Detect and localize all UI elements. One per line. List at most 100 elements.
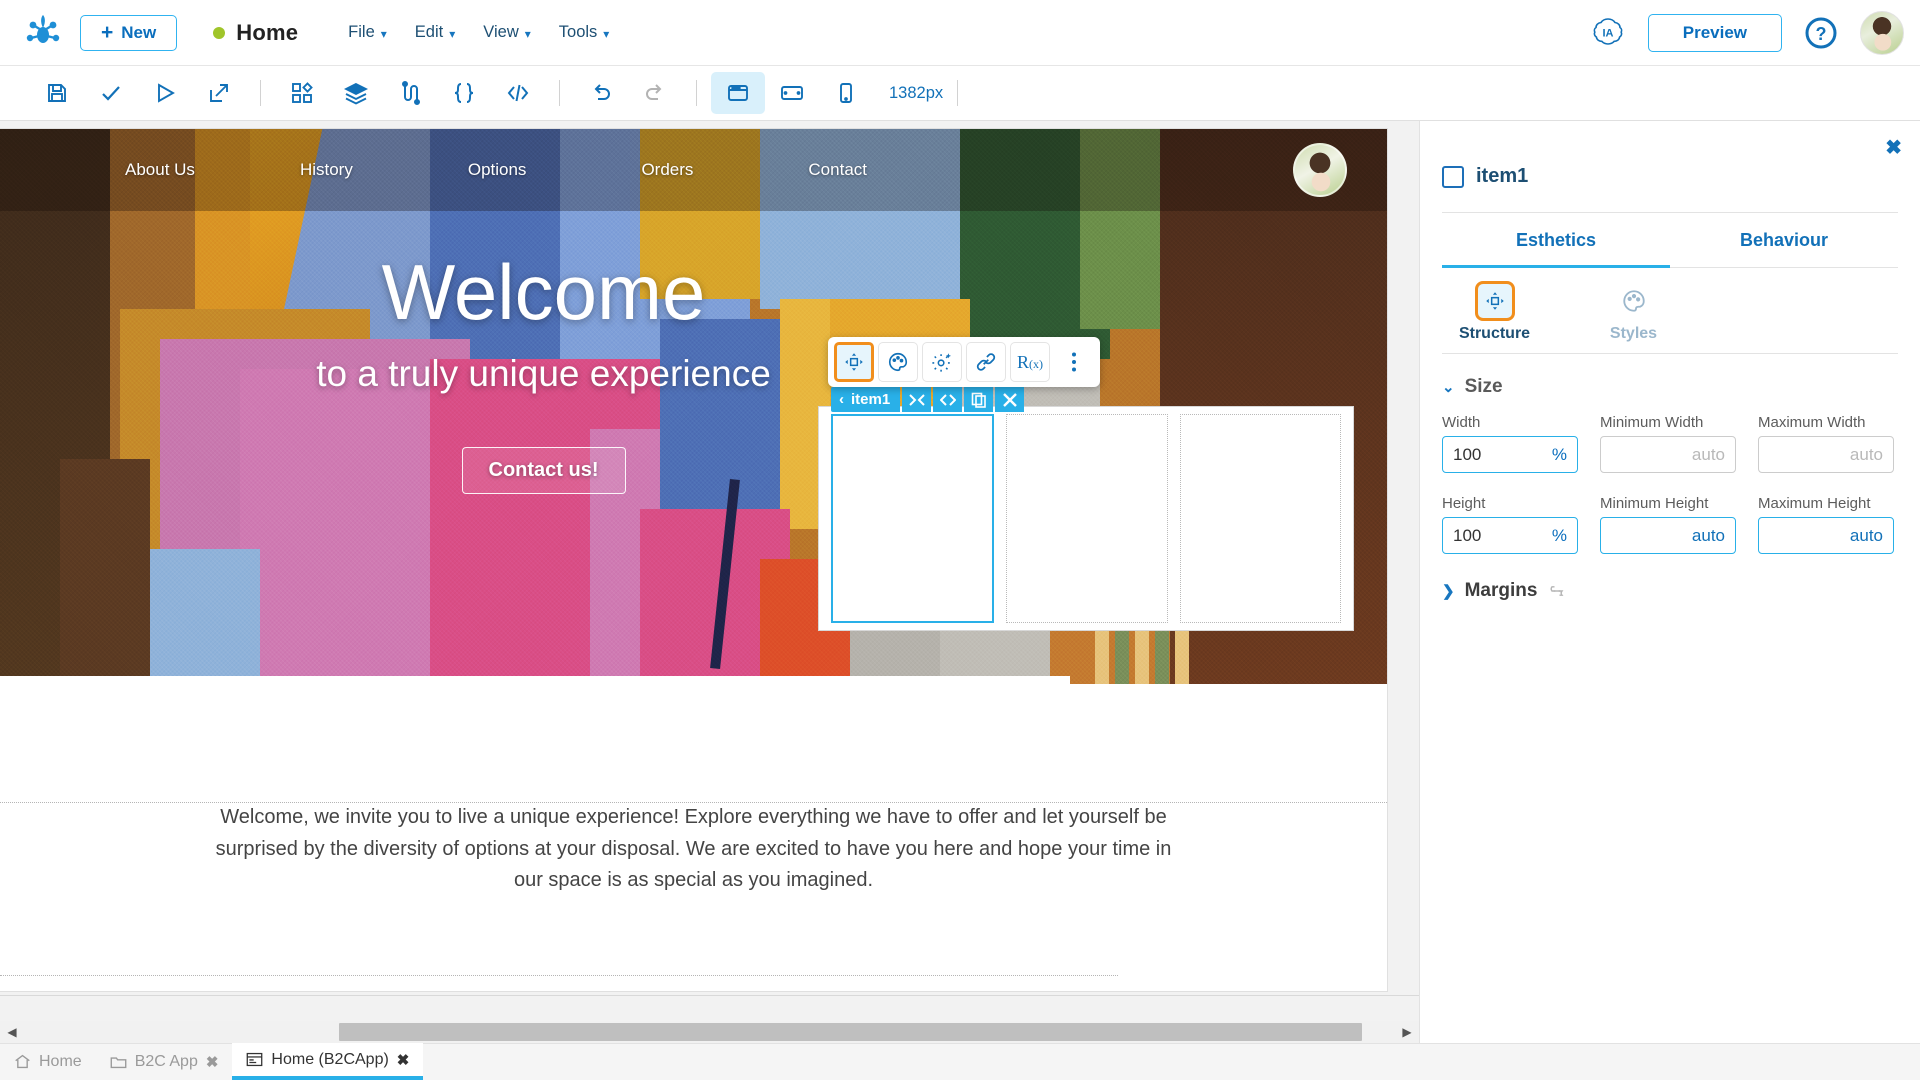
- structure-icon[interactable]: [834, 342, 874, 382]
- panel-tabs: Esthetics Behaviour: [1442, 213, 1898, 268]
- chevron-down-icon: ▾: [380, 26, 387, 41]
- chevron-right-icon: ❯: [1442, 583, 1455, 600]
- preview-button[interactable]: Preview: [1647, 14, 1782, 52]
- bottom-tab-b2c-app[interactable]: B2C App ✖: [96, 1043, 233, 1080]
- top-bar-right: IA Preview ?: [1590, 0, 1904, 66]
- site-nav-orders[interactable]: Orders: [641, 160, 693, 180]
- deploy-icon[interactable]: [192, 72, 246, 114]
- panel-header: item1: [1442, 121, 1898, 188]
- margins-section-header[interactable]: ❯ Margins: [1442, 580, 1898, 602]
- scroll-right-arrow[interactable]: ▶: [1395, 1025, 1419, 1039]
- menu-tools[interactable]: Tools ▾: [559, 23, 610, 42]
- close-icon[interactable]: ✖: [206, 1053, 219, 1071]
- size-row-height: Height 100 % Minimum Height auto Maximum…: [1442, 495, 1898, 554]
- components-icon[interactable]: [275, 72, 329, 114]
- help-button[interactable]: ?: [1804, 16, 1838, 50]
- menu-edit[interactable]: Edit ▾: [415, 23, 455, 42]
- min-width-input[interactable]: auto: [1600, 436, 1736, 473]
- subtab-structure[interactable]: Structure: [1442, 281, 1547, 343]
- bottom-tab-home[interactable]: Home: [0, 1043, 96, 1080]
- grid-cell-3[interactable]: [1179, 414, 1341, 623]
- ai-brain-icon: IA: [1593, 18, 1623, 45]
- run-icon[interactable]: [138, 72, 192, 114]
- svg-text:?: ?: [1816, 24, 1827, 44]
- divider: [696, 80, 697, 106]
- site-avatar[interactable]: [1293, 143, 1347, 197]
- min-height-input[interactable]: auto: [1600, 517, 1736, 554]
- link-icon[interactable]: [1547, 585, 1567, 597]
- save-icon[interactable]: [30, 72, 84, 114]
- tab-behaviour[interactable]: Behaviour: [1670, 213, 1898, 268]
- layout-guide-line: [0, 975, 1118, 976]
- mobile-view-icon[interactable]: [819, 72, 873, 114]
- scroll-left-arrow[interactable]: ◀: [0, 1025, 24, 1039]
- tablet-view-icon[interactable]: [765, 72, 819, 114]
- chevron-down-icon: ▾: [524, 26, 531, 41]
- palette-icon: [1622, 290, 1645, 312]
- avatar[interactable]: [1860, 11, 1904, 55]
- ia-assistant-button[interactable]: IA: [1590, 15, 1626, 51]
- flow-icon[interactable]: [383, 72, 437, 114]
- structure-icon-wrap: [1442, 281, 1547, 321]
- selection-parent-button[interactable]: ‹ item1: [831, 387, 901, 412]
- scrollbar-thumb[interactable]: [339, 1023, 1362, 1041]
- menu-tools-label: Tools: [558, 23, 598, 41]
- height-input[interactable]: 100 %: [1442, 517, 1578, 554]
- close-icon[interactable]: ✖: [397, 1051, 410, 1069]
- contact-us-button[interactable]: Contact us!: [461, 447, 626, 494]
- check-icon[interactable]: [84, 72, 138, 114]
- duplicate-icon[interactable]: [964, 387, 994, 412]
- bottom-tab-home-b2capp[interactable]: Home (B2CApp) ✖: [232, 1043, 424, 1080]
- more-icon[interactable]: [1054, 342, 1094, 382]
- tab-esthetics-label: Esthetics: [1515, 230, 1597, 250]
- styles-icon[interactable]: [878, 342, 918, 382]
- desktop-view-icon[interactable]: [711, 72, 765, 114]
- max-width-input[interactable]: auto: [1758, 436, 1894, 473]
- layers-icon[interactable]: [329, 72, 383, 114]
- close-icon[interactable]: ✖: [1885, 135, 1902, 160]
- code-icon[interactable]: [933, 387, 963, 412]
- new-button[interactable]: + New: [80, 14, 178, 51]
- braces-icon[interactable]: [437, 72, 491, 114]
- scrollbar-track[interactable]: [24, 1021, 1395, 1043]
- selected-grid-container[interactable]: [818, 406, 1354, 631]
- site-nav-about-us[interactable]: About Us: [125, 160, 195, 180]
- redo-icon[interactable]: [628, 72, 682, 114]
- menu-view-label: View: [483, 23, 519, 41]
- site-nav-history[interactable]: History: [300, 160, 353, 180]
- canvas-horizontal-scrollbar[interactable]: ◀ ▶: [0, 1021, 1419, 1043]
- item-checkbox[interactable]: [1442, 165, 1464, 188]
- palette-icon-wrap: [1581, 282, 1686, 320]
- hero-heading: Welcome: [381, 248, 706, 336]
- bottom-tab-home-label: Home: [39, 1052, 82, 1070]
- max-height-input[interactable]: auto: [1758, 517, 1894, 554]
- grid-cell-2[interactable]: [1006, 414, 1168, 623]
- settings-icon[interactable]: [922, 342, 962, 382]
- subtab-styles[interactable]: Styles: [1581, 282, 1686, 343]
- site-nav-options[interactable]: Options: [468, 160, 527, 180]
- link-icon[interactable]: [966, 342, 1006, 382]
- divider: [957, 80, 959, 106]
- resize-icon[interactable]: [902, 387, 932, 412]
- width-input[interactable]: 100 %: [1442, 436, 1578, 473]
- viewport-size-label[interactable]: 1382px: [889, 84, 943, 103]
- subtab-styles-label: Styles: [1609, 325, 1658, 342]
- page-preview: About Us History Options Orders Contact …: [0, 129, 1387, 991]
- grid-cell-1[interactable]: [831, 414, 995, 623]
- undo-icon[interactable]: [574, 72, 628, 114]
- rx-icon[interactable]: R(x): [1010, 342, 1050, 382]
- app-logo[interactable]: [0, 13, 68, 53]
- menu-view[interactable]: View ▾: [483, 23, 531, 42]
- width-unit: %: [1551, 444, 1567, 464]
- status-dot: [213, 26, 226, 39]
- delete-icon[interactable]: [995, 387, 1025, 412]
- chevron-down-icon: ⌄: [1442, 379, 1455, 396]
- canvas-viewport: About Us History Options Orders Contact …: [0, 121, 1419, 996]
- field-width-label: Width: [1442, 414, 1481, 431]
- field-max-height-label: Maximum Height: [1758, 495, 1871, 512]
- site-nav-contact[interactable]: Contact: [808, 160, 867, 180]
- menu-file[interactable]: File ▾: [348, 23, 387, 42]
- code-icon[interactable]: [491, 72, 545, 114]
- tab-esthetics[interactable]: Esthetics: [1442, 213, 1670, 268]
- size-section-header[interactable]: ⌄ Size: [1442, 376, 1898, 398]
